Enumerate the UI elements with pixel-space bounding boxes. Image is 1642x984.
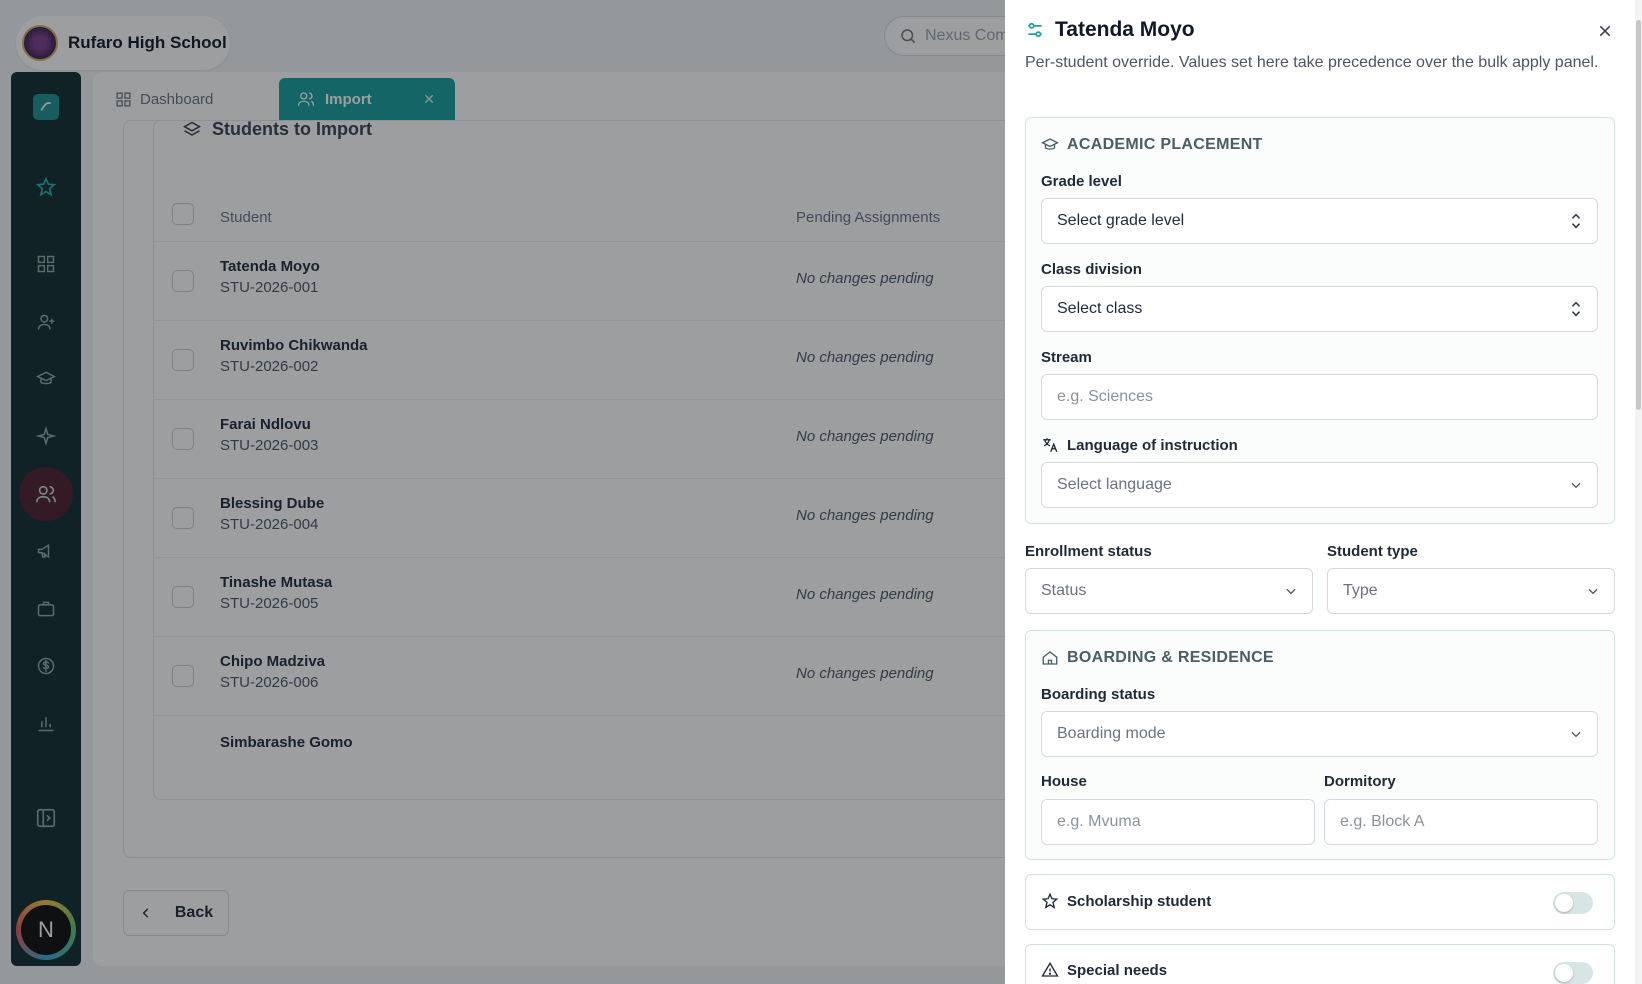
language-label: Language of instruction xyxy=(1041,436,1238,454)
academic-placement-section: ACADEMIC PLACEMENT Grade level Select gr… xyxy=(1025,117,1615,524)
special-needs-toggle[interactable] xyxy=(1553,962,1593,984)
boarding-status-select[interactable]: Boarding mode xyxy=(1041,711,1598,757)
dormitory-field[interactable] xyxy=(1324,799,1598,845)
section-heading: BOARDING & RESIDENCE xyxy=(1041,649,1274,667)
student-type-label: Student type xyxy=(1327,543,1418,560)
boarding-residence-section: BOARDING & RESIDENCE Boarding status Boa… xyxy=(1025,630,1615,860)
dormitory-input[interactable] xyxy=(1340,813,1597,831)
enrollment-status-select[interactable]: Status xyxy=(1025,568,1313,614)
student-type-select[interactable]: Type xyxy=(1327,568,1615,614)
chevron-down-icon xyxy=(1569,727,1583,741)
translate-icon xyxy=(1043,438,1058,453)
boarding-status-label: Boarding status xyxy=(1041,686,1156,703)
alert-triangle-icon xyxy=(1041,961,1059,977)
chevron-down-icon xyxy=(1284,584,1298,598)
stream-field[interactable] xyxy=(1041,374,1598,420)
house-input[interactable] xyxy=(1057,813,1314,831)
section-heading: ACADEMIC PLACEMENT xyxy=(1041,136,1263,154)
modal-backdrop[interactable] xyxy=(0,0,1005,984)
student-override-drawer: Tatenda Moyo Per-student override. Value… xyxy=(1005,0,1642,984)
scholarship-row: Scholarship student xyxy=(1025,874,1615,930)
home-icon xyxy=(1042,651,1058,665)
star-icon xyxy=(1041,892,1059,909)
sliders-icon xyxy=(1028,22,1042,38)
special-needs-row: Special needs xyxy=(1025,944,1615,984)
drawer-subtitle: Per-student override. Values set here ta… xyxy=(1025,54,1599,71)
house-field[interactable] xyxy=(1041,799,1315,845)
enrollment-status-label: Enrollment status xyxy=(1025,543,1152,560)
drawer-scrollbar[interactable] xyxy=(1635,0,1642,984)
close-icon xyxy=(1599,25,1611,37)
scholarship-toggle[interactable] xyxy=(1553,892,1593,914)
house-label: House xyxy=(1041,773,1087,790)
close-drawer-button[interactable] xyxy=(1592,18,1618,44)
grade-level-select[interactable]: Select grade level xyxy=(1041,198,1598,244)
grade-level-label: Grade level xyxy=(1041,173,1122,190)
chevrons-up-down-icon xyxy=(1569,300,1583,318)
graduation-cap-icon xyxy=(1041,138,1059,150)
class-division-select[interactable]: Select class xyxy=(1041,286,1598,332)
chevron-down-icon xyxy=(1586,584,1600,598)
stream-label: Stream xyxy=(1041,349,1092,366)
special-needs-label: Special needs xyxy=(1041,961,1167,979)
scholarship-label: Scholarship student xyxy=(1041,892,1211,910)
language-select[interactable]: Select language xyxy=(1041,462,1598,508)
chevrons-up-down-icon xyxy=(1569,212,1583,230)
dormitory-label: Dormitory xyxy=(1324,773,1396,790)
stream-input[interactable] xyxy=(1057,388,1597,406)
scroll-thumb[interactable] xyxy=(1636,20,1641,410)
class-division-label: Class division xyxy=(1041,261,1142,278)
chevron-down-icon xyxy=(1569,478,1583,492)
drawer-title: Tatenda Moyo xyxy=(1025,18,1195,42)
